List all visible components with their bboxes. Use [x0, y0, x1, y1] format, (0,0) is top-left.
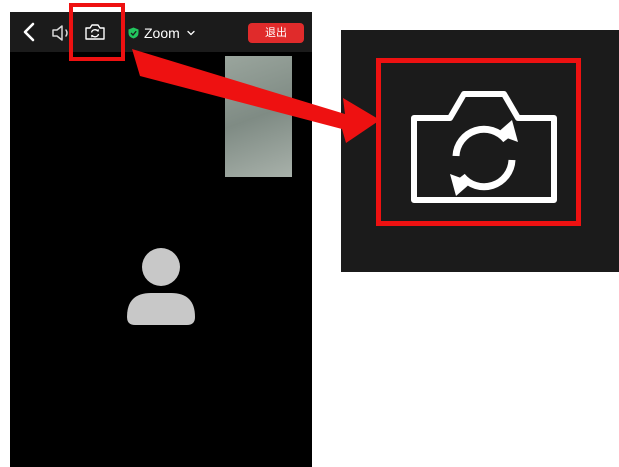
leave-button[interactable]: 退出: [248, 23, 304, 43]
meeting-screen: Zoom 退出: [10, 12, 312, 467]
meeting-title-text: Zoom: [144, 25, 180, 41]
self-video-thumbnail[interactable]: [225, 56, 292, 177]
highlight-box-large: [376, 58, 581, 226]
meeting-title-dropdown[interactable]: Zoom: [128, 23, 196, 43]
meeting-toolbar: Zoom 退出: [10, 12, 312, 52]
back-icon[interactable]: [18, 20, 42, 44]
avatar-icon: [127, 248, 195, 325]
shield-icon: [128, 27, 139, 39]
chevron-down-icon: [187, 30, 195, 36]
highlight-box-small: [69, 3, 125, 61]
